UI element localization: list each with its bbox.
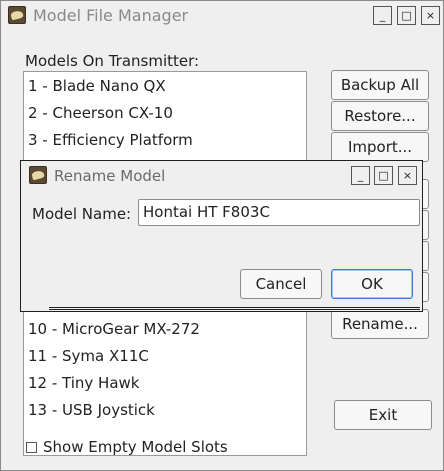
rename-model-dialog: Rename Model _ □ × Model Name: Hontai HT… <box>20 160 423 312</box>
maximize-button[interactable]: □ <box>397 6 416 25</box>
rename-button[interactable]: Rename... <box>331 309 429 339</box>
minimize-button[interactable]: _ <box>373 6 392 25</box>
restore-button[interactable]: Restore... <box>331 101 429 131</box>
list-item[interactable]: 11 - Syma X11C <box>28 343 149 370</box>
import-button[interactable]: Import... <box>331 132 429 162</box>
window-title: Model File Manager <box>33 6 189 25</box>
list-item[interactable]: 12 - Tiny Hawk <box>28 370 139 397</box>
app-icon <box>8 6 26 24</box>
dialog-divider <box>49 307 420 310</box>
cancel-button[interactable]: Cancel <box>240 269 322 299</box>
dialog-close-button[interactable]: × <box>398 166 417 185</box>
dialog-title: Rename Model <box>54 167 166 185</box>
app-icon <box>29 166 47 184</box>
list-item[interactable]: 2 - Cheerson CX-10 <box>28 100 173 127</box>
close-button[interactable]: × <box>421 6 440 25</box>
list-item[interactable]: 1 - Blade Nano QX <box>28 73 166 100</box>
dialog-maximize-button[interactable]: □ <box>374 166 393 185</box>
exit-button[interactable]: Exit <box>334 400 432 430</box>
list-item[interactable]: 13 - USB Joystick <box>28 397 155 424</box>
model-name-label: Model Name: <box>32 205 132 223</box>
dialog-minimize-button[interactable]: _ <box>351 166 370 185</box>
model-name-input[interactable]: Hontai HT F803C <box>138 199 420 226</box>
list-item[interactable]: 3 - Efficiency Platform <box>28 127 193 154</box>
show-empty-slots-checkbox[interactable] <box>26 442 37 453</box>
dialog-title-bar[interactable]: Rename Model _ □ × <box>21 161 422 190</box>
title-bar[interactable]: Model File Manager _ □ × <box>1 1 443 30</box>
show-empty-slots-label[interactable]: Show Empty Model Slots <box>43 438 228 456</box>
list-item[interactable]: 10 - MicroGear MX-272 <box>28 316 200 343</box>
ok-button[interactable]: OK <box>331 269 413 299</box>
models-label: Models On Transmitter: <box>25 52 200 70</box>
backup-all-button[interactable]: Backup All <box>331 70 429 100</box>
